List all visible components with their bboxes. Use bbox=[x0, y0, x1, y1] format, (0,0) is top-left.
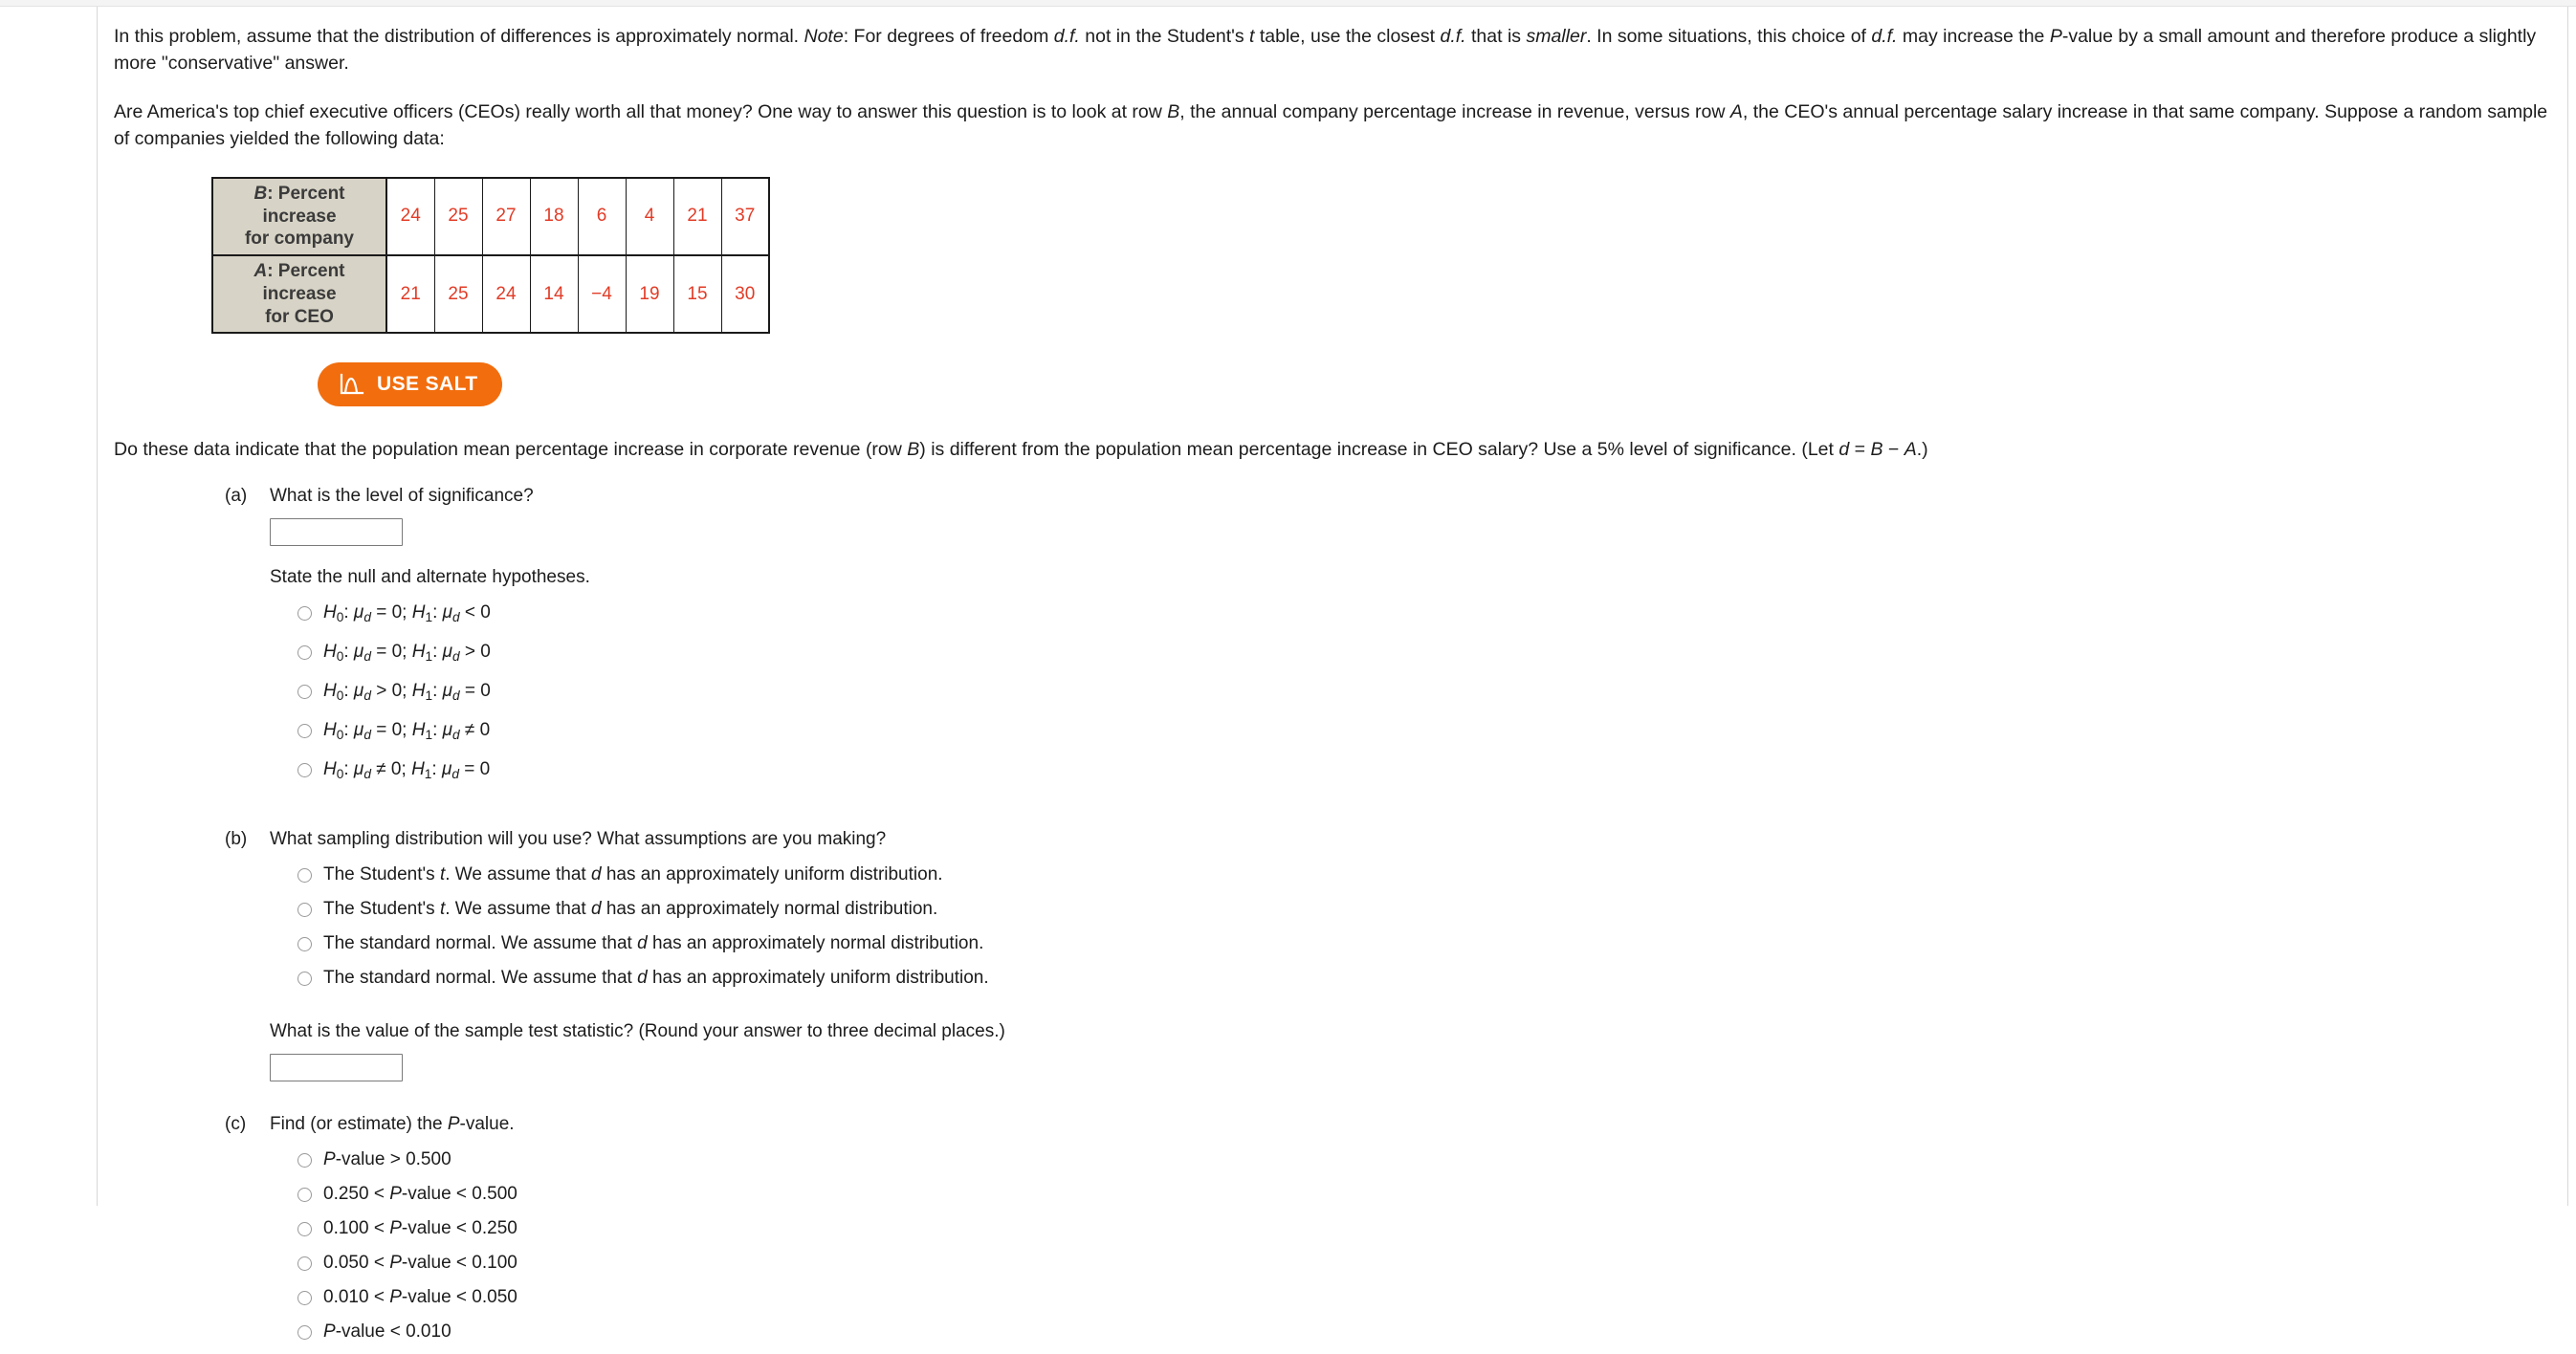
part-a-label: (a) bbox=[225, 486, 248, 507]
hypothesis-option-3[interactable]: H0: μd > 0; H1: μd = 0 bbox=[297, 680, 2567, 718]
hypothesis-option-3-label: H0: μd > 0; H1: μd = 0 bbox=[323, 681, 491, 704]
cell-a-4: 14 bbox=[529, 254, 579, 334]
pvalue-option-6[interactable]: P-value < 0.010 bbox=[297, 1321, 2567, 1354]
part-b-question: What sampling distribution will you use?… bbox=[270, 829, 887, 850]
main-question: Do these data indicate that the populati… bbox=[114, 439, 1928, 461]
row-a-header-line1: : Percent increase bbox=[262, 261, 345, 304]
part-b: (b) What sampling distribution will you … bbox=[114, 829, 2567, 1082]
radio-icon[interactable] bbox=[297, 1291, 312, 1306]
data-table-container: B: Percent increase for company 24 25 27… bbox=[211, 176, 2567, 335]
pvalue-options: P-value > 0.500 0.250 < P-value < 0.500 … bbox=[114, 1148, 2567, 1354]
cell-a-5: −4 bbox=[577, 254, 627, 334]
intro-paragraph-1: In this problem, assume that the distrib… bbox=[114, 26, 2537, 74]
use-salt-button[interactable]: USE SALT bbox=[318, 362, 503, 407]
part-a: (a) What is the level of significance? S… bbox=[114, 486, 2567, 797]
sampling-option-3-label: The standard normal. We assume that d ha… bbox=[323, 933, 984, 954]
hypothesis-option-4-label: H0: μd = 0; H1: μd ≠ 0 bbox=[323, 720, 491, 743]
use-salt-label: USE SALT bbox=[377, 373, 478, 396]
right-content-border bbox=[2567, 7, 2568, 1206]
part-b-label: (b) bbox=[225, 829, 248, 850]
row-header-ceo: A: Percent increase for CEO bbox=[211, 254, 387, 334]
cell-b-2: 25 bbox=[433, 177, 483, 257]
pvalue-option-6-label: P-value < 0.010 bbox=[323, 1321, 451, 1343]
pvalue-option-4-label: 0.050 < P-value < 0.100 bbox=[323, 1253, 517, 1274]
cell-b-5: 6 bbox=[577, 177, 627, 257]
hypothesis-option-2[interactable]: H0: μd = 0; H1: μd > 0 bbox=[297, 641, 2567, 679]
radio-icon[interactable] bbox=[297, 1325, 312, 1341]
cell-a-7: 15 bbox=[672, 254, 722, 334]
test-statistic-input[interactable] bbox=[270, 1054, 403, 1082]
sampling-option-1-label: The Student's t. We assume that d has an… bbox=[323, 864, 943, 885]
pvalue-option-5[interactable]: 0.010 < P-value < 0.050 bbox=[297, 1286, 2567, 1320]
radio-icon[interactable] bbox=[297, 606, 312, 622]
cell-a-2: 25 bbox=[433, 254, 483, 334]
problem-content: In this problem, assume that the distrib… bbox=[98, 7, 2567, 1342]
row-header-company: B: Percent increase for company bbox=[211, 177, 387, 257]
sampling-option-3[interactable]: The standard normal. We assume that d ha… bbox=[297, 932, 2567, 966]
radio-icon[interactable] bbox=[297, 685, 312, 700]
sampling-option-1[interactable]: The Student's t. We assume that d has an… bbox=[297, 863, 2567, 897]
sampling-option-4[interactable]: The standard normal. We assume that d ha… bbox=[297, 967, 2567, 1000]
row-a-header-line2: for CEO bbox=[265, 306, 334, 327]
row-a-letter: A bbox=[253, 261, 268, 281]
row-b-letter: B bbox=[253, 183, 268, 204]
intro-paragraph-2: Are America's top chief executive office… bbox=[114, 101, 2548, 150]
hypothesis-option-1-label: H0: μd = 0; H1: μd < 0 bbox=[323, 602, 491, 625]
hypotheses-options: H0: μd = 0; H1: μd < 0 H0: μd = 0; H1: μ… bbox=[114, 601, 2567, 797]
test-statistic-question: What is the value of the sample test sta… bbox=[270, 1021, 1005, 1042]
hypothesis-option-4[interactable]: H0: μd = 0; H1: μd ≠ 0 bbox=[297, 719, 2567, 757]
radio-icon[interactable] bbox=[297, 1222, 312, 1237]
radio-icon[interactable] bbox=[297, 868, 312, 884]
cell-b-6: 4 bbox=[625, 177, 674, 257]
cell-b-8: 37 bbox=[720, 177, 770, 257]
row-b-header-line2: for company bbox=[244, 229, 355, 250]
sampling-option-4-label: The standard normal. We assume that d ha… bbox=[323, 968, 989, 989]
data-table: B: Percent increase for company 24 25 27… bbox=[211, 176, 770, 335]
radio-icon[interactable] bbox=[297, 1188, 312, 1203]
cell-b-1: 24 bbox=[385, 177, 435, 257]
pvalue-option-1[interactable]: P-value > 0.500 bbox=[297, 1148, 2567, 1182]
hypothesis-option-5[interactable]: H0: μd ≠ 0; H1: μd = 0 bbox=[297, 758, 2567, 797]
pvalue-option-3-label: 0.100 < P-value < 0.250 bbox=[323, 1218, 517, 1239]
hypotheses-instruction: State the null and alternate hypotheses. bbox=[270, 567, 590, 588]
normal-curve-icon bbox=[340, 373, 364, 396]
cell-a-1: 21 bbox=[385, 254, 435, 334]
part-c-question: Find (or estimate) the P-value. bbox=[270, 1114, 515, 1135]
cell-a-3: 24 bbox=[481, 254, 531, 334]
table-row: B: Percent increase for company 24 25 27… bbox=[211, 177, 770, 257]
radio-icon[interactable] bbox=[297, 937, 312, 952]
cell-b-4: 18 bbox=[529, 177, 579, 257]
pvalue-option-5-label: 0.010 < P-value < 0.050 bbox=[323, 1287, 517, 1308]
radio-icon[interactable] bbox=[297, 903, 312, 918]
radio-icon[interactable] bbox=[297, 1153, 312, 1168]
radio-icon[interactable] bbox=[297, 724, 312, 739]
sampling-distribution-options: The Student's t. We assume that d has an… bbox=[114, 863, 2567, 1000]
row-b-header-line1: : Percent increase bbox=[262, 183, 345, 227]
pvalue-option-3[interactable]: 0.100 < P-value < 0.250 bbox=[297, 1217, 2567, 1251]
part-a-question: What is the level of significance? bbox=[270, 486, 534, 507]
pvalue-option-1-label: P-value > 0.500 bbox=[323, 1149, 451, 1170]
radio-icon[interactable] bbox=[297, 645, 312, 661]
radio-icon[interactable] bbox=[297, 972, 312, 987]
radio-icon[interactable] bbox=[297, 763, 312, 778]
part-c: (c) Find (or estimate) the P-value. P-va… bbox=[114, 1114, 2567, 1354]
pvalue-option-2[interactable]: 0.250 < P-value < 0.500 bbox=[297, 1183, 2567, 1216]
table-row: A: Percent increase for CEO 21 25 24 14 … bbox=[211, 254, 770, 334]
hypothesis-option-1[interactable]: H0: μd = 0; H1: μd < 0 bbox=[297, 601, 2567, 640]
cell-b-7: 21 bbox=[672, 177, 722, 257]
cell-a-8: 30 bbox=[720, 254, 770, 334]
sampling-option-2[interactable]: The Student's t. We assume that d has an… bbox=[297, 898, 2567, 931]
cell-b-3: 27 bbox=[481, 177, 531, 257]
part-c-label: (c) bbox=[225, 1114, 247, 1135]
sampling-option-2-label: The Student's t. We assume that d has an… bbox=[323, 899, 938, 920]
cell-a-6: 19 bbox=[625, 254, 674, 334]
level-of-significance-input[interactable] bbox=[270, 518, 403, 547]
hypothesis-option-5-label: H0: μd ≠ 0; H1: μd = 0 bbox=[323, 759, 491, 782]
hypothesis-option-2-label: H0: μd = 0; H1: μd > 0 bbox=[323, 642, 491, 665]
radio-icon[interactable] bbox=[297, 1256, 312, 1272]
pvalue-option-4[interactable]: 0.050 < P-value < 0.100 bbox=[297, 1252, 2567, 1285]
pvalue-option-2-label: 0.250 < P-value < 0.500 bbox=[323, 1184, 517, 1205]
